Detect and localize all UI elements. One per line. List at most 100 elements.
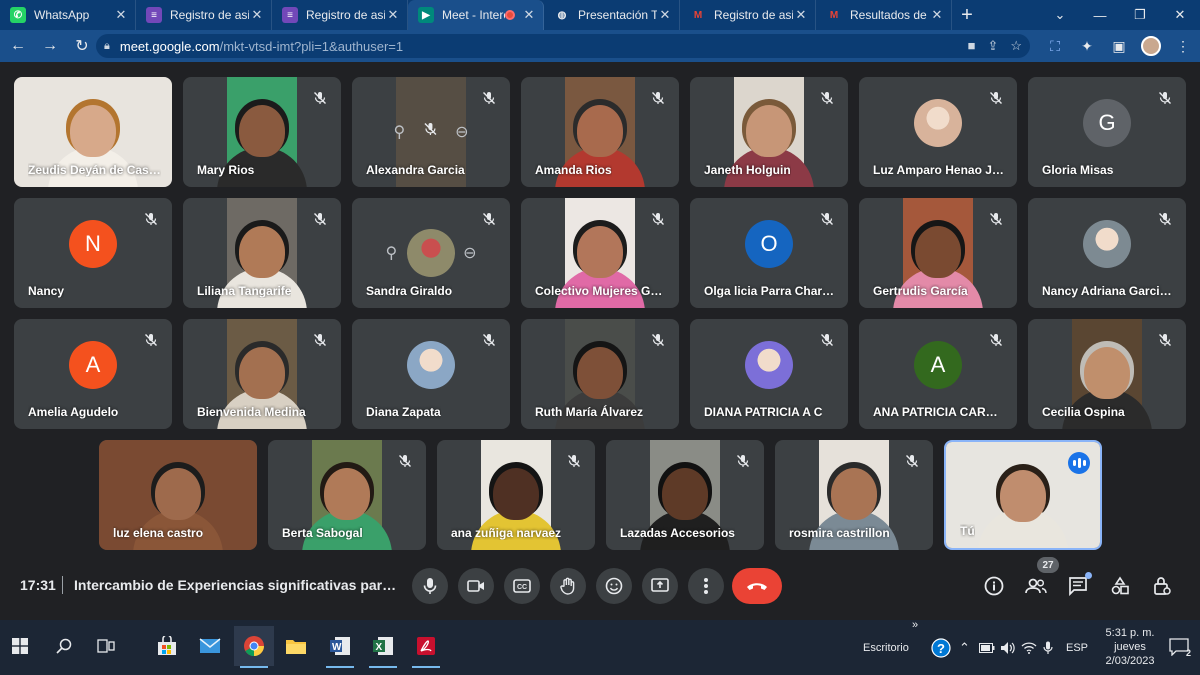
participants-button[interactable] (1022, 572, 1050, 600)
host-controls-button[interactable] (1148, 572, 1176, 600)
participant-tile[interactable]: Lazadas Accesorios (606, 440, 764, 550)
tab-search-icon[interactable]: ⌄ (1040, 0, 1080, 30)
taskbar-word[interactable]: W (320, 626, 360, 668)
participant-tile[interactable]: ⚲ ⊖ Sandra Giraldo (352, 198, 510, 308)
bookmark-star-icon[interactable]: ☆ (1010, 38, 1022, 54)
close-tab-icon[interactable]: ✕ (657, 7, 673, 23)
participant-tile[interactable]: Ruth María Álvarez (521, 319, 679, 429)
side-panel-icon[interactable]: ▣ (1106, 33, 1132, 59)
activities-button[interactable] (1106, 572, 1134, 600)
start-button[interactable] (0, 626, 40, 666)
restore-button[interactable]: ❐ (1120, 0, 1160, 30)
participant-tile[interactable]: Gertrudis García (859, 198, 1017, 308)
participant-tile[interactable]: Mary Rios (183, 77, 341, 187)
screenshot-extension-icon[interactable]: ⛶ (1042, 33, 1068, 59)
close-tab-icon[interactable]: ✕ (385, 7, 401, 23)
microphone-button[interactable] (412, 568, 448, 604)
taskbar-mail[interactable] (190, 626, 230, 666)
close-tab-icon[interactable]: ✕ (521, 7, 537, 23)
new-tab-button[interactable]: + (952, 0, 982, 30)
task-view-button[interactable] (86, 626, 126, 666)
mic-tray-icon[interactable] (1043, 620, 1053, 675)
leave-call-button[interactable] (732, 568, 782, 604)
close-tab-icon[interactable]: ✕ (929, 7, 945, 23)
notification-center-button[interactable]: 2 (1166, 634, 1192, 660)
show-more-chevron[interactable]: » (912, 610, 918, 640)
participant-name: Bienvenida Medina (197, 405, 306, 419)
lock-icon[interactable]: 🔒︎ (104, 40, 110, 53)
browser-tab[interactable]: M Resultados de la✕ (816, 0, 952, 30)
participant-tile[interactable]: G Gloria Misas (1028, 77, 1186, 187)
taskbar-excel[interactable]: X (363, 626, 403, 668)
participant-tile[interactable]: Amanda Rios (521, 77, 679, 187)
more-options-button[interactable] (688, 568, 724, 604)
participant-tile[interactable]: Liliana Tangarife (183, 198, 341, 308)
emoji-reactions-button[interactable] (596, 568, 632, 604)
volume-icon[interactable] (1000, 620, 1016, 675)
remove-participant-icon[interactable]: ⊖ (455, 122, 468, 142)
participant-tile[interactable]: Luz Amparo Henao J… (859, 77, 1017, 187)
battery-icon[interactable] (979, 620, 995, 675)
profile-avatar[interactable] (1138, 33, 1164, 59)
participant-tile[interactable]: luz elena castro (99, 440, 257, 550)
back-button[interactable]: ← (4, 32, 32, 60)
participant-tile[interactable]: Cecilia Ospina (1028, 319, 1186, 429)
participant-tile[interactable]: Bienvenida Medina (183, 319, 341, 429)
forward-button[interactable]: → (36, 32, 64, 60)
close-window-button[interactable]: ✕ (1160, 0, 1200, 30)
reload-button[interactable]: ↻ (68, 32, 96, 60)
taskbar-store[interactable] (147, 626, 187, 666)
participant-tile[interactable]: Nancy Adriana Garci… (1028, 198, 1186, 308)
share-icon[interactable]: ⇪ (987, 38, 998, 54)
close-tab-icon[interactable]: ✕ (793, 7, 809, 23)
participant-tile[interactable]: N Nancy (14, 198, 172, 308)
address-bar[interactable]: 🔒︎ meet.google.com/mkt-vtsd-imt?pli=1&au… (96, 34, 1030, 58)
close-tab-icon[interactable]: ✕ (113, 7, 129, 23)
participant-tile[interactable]: Colectivo Mujeres G… (521, 198, 679, 308)
browser-menu-icon[interactable]: ⋮ (1170, 33, 1196, 59)
participant-tile[interactable]: Berta Sabogal (268, 440, 426, 550)
pin-icon[interactable]: ⚲ (385, 243, 397, 263)
participant-tile[interactable]: ⚲ ⊖ Alexandra Garcia (352, 77, 510, 187)
participant-tile[interactable]: ana zuñiga narvaez (437, 440, 595, 550)
participant-tile[interactable]: DIANA PATRICIA A C (690, 319, 848, 429)
participant-tile[interactable]: Janeth Holguin (690, 77, 848, 187)
pin-icon[interactable]: ⚲ (393, 122, 405, 142)
participant-tile[interactable]: A ANA PATRICIA CAR… (859, 319, 1017, 429)
taskbar-acrobat[interactable] (406, 626, 446, 668)
present-screen-button[interactable] (642, 568, 678, 604)
system-clock[interactable]: 5:31 p. m. jueves 2/03/2023 (1100, 626, 1160, 668)
browser-tab[interactable]: ≡ Registro de asiste✕ (136, 0, 272, 30)
browser-tab[interactable]: ▶ Meet - Interc ✕ (408, 0, 544, 30)
extensions-puzzle-icon[interactable]: ✦ (1074, 33, 1100, 59)
captions-button[interactable]: CC (504, 568, 540, 604)
meeting-details-button[interactable] (980, 572, 1008, 600)
taskbar-file-explorer[interactable] (276, 626, 316, 666)
mute-participant-icon[interactable] (423, 122, 437, 142)
participant-tile[interactable]: Diana Zapata (352, 319, 510, 429)
search-button[interactable] (44, 626, 84, 666)
browser-tab[interactable]: M Registro de asiste✕ (680, 0, 816, 30)
taskbar-chrome[interactable] (234, 626, 274, 668)
raise-hand-button[interactable] (550, 568, 586, 604)
browser-tab[interactable]: ✆ WhatsApp ✕ (0, 0, 136, 30)
browser-tab[interactable]: ≡ Registro de asiste✕ (272, 0, 408, 30)
minimize-button[interactable]: — (1080, 0, 1120, 30)
input-language[interactable]: ESP (1066, 620, 1088, 675)
chat-button[interactable] (1064, 572, 1092, 600)
help-button[interactable]: ? (931, 620, 951, 675)
participant-tile[interactable]: A Amelia Agudelo (14, 319, 172, 429)
tray-overflow-chevron-icon[interactable]: ⌃ (959, 620, 970, 675)
desktop-toolbar-label[interactable]: Escritorio (863, 620, 909, 675)
remove-participant-icon[interactable]: ⊖ (463, 243, 476, 263)
wifi-icon[interactable] (1021, 620, 1037, 675)
camera-indicator-icon[interactable]: ■ (968, 38, 976, 54)
participant-tile[interactable]: Zeudis Deyán de Cas… (14, 77, 172, 187)
participant-tile[interactable]: O Olga licia Parra Char… (690, 198, 848, 308)
close-tab-icon[interactable]: ✕ (249, 7, 265, 23)
muted-mic-icon (140, 329, 162, 351)
participant-tile[interactable]: rosmira castrillon (775, 440, 933, 550)
browser-tab[interactable]: ◍ Presentación Trab✕ (544, 0, 680, 30)
self-video-tile[interactable]: Tú (944, 440, 1102, 550)
camera-button[interactable] (458, 568, 494, 604)
